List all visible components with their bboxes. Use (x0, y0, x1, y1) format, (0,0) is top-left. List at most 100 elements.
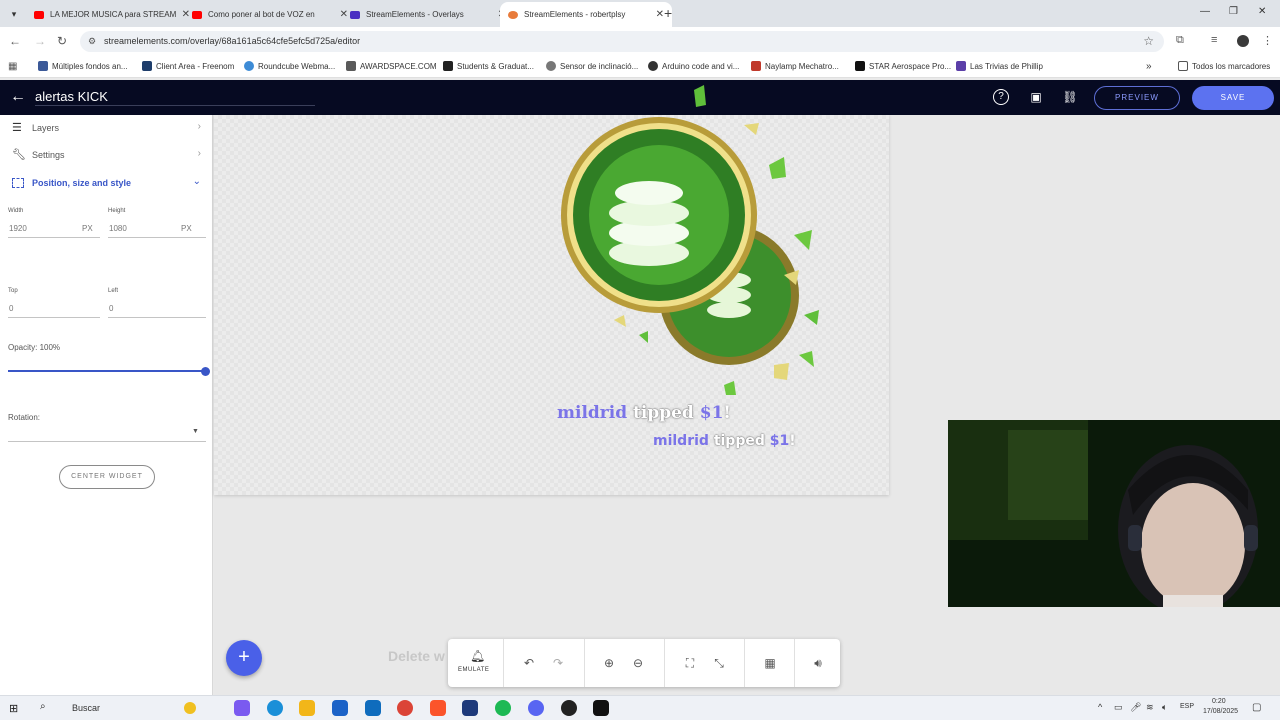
terminal-icon[interactable] (593, 700, 609, 716)
language-indicator[interactable]: ESP (1180, 703, 1194, 710)
more-bookmarks-icon[interactable]: » (1146, 61, 1152, 72)
monitor-icon[interactable]: ▣ (1028, 89, 1044, 105)
rotation-select[interactable] (8, 441, 206, 442)
layers-section[interactable]: ☰ Layers › (0, 115, 213, 141)
bookmark-item[interactable]: Múltiples fondos an... (38, 61, 128, 71)
bookmark-icon (546, 61, 556, 71)
alert-verb: tipped (633, 403, 694, 423)
top-underline (8, 317, 100, 318)
address-bar: ← → ↻ ⚙ streamelements.com/overlay/68a16… (0, 27, 1280, 56)
app-icon[interactable] (462, 700, 478, 716)
new-tab-button[interactable]: + (664, 6, 672, 20)
add-widget-button[interactable]: + (226, 640, 262, 676)
bookmark-item[interactable]: Client Area - Freenom (142, 61, 234, 71)
redo-icon[interactable]: ↷ (549, 654, 567, 672)
bookmark-label: Múltiples fondos an... (52, 61, 128, 71)
notification-icon[interactable]: ▢ (1252, 702, 1261, 713)
fit-screen-icon[interactable]: ⤡ (710, 654, 728, 672)
rotation-dropdown-icon[interactable]: ▼ (192, 428, 199, 435)
extensions-icon[interactable]: ⧉ (1176, 34, 1184, 47)
overlay-title[interactable]: alertas KICK (35, 89, 108, 104)
widgets-icon[interactable] (234, 700, 250, 716)
emulate-button[interactable]: 🔔︎ EMULATE (448, 639, 504, 687)
battery-icon[interactable]: ▭ (1114, 702, 1123, 713)
discord-icon[interactable] (528, 700, 544, 716)
apps-grid-icon[interactable]: ▦ (8, 61, 17, 72)
shard (804, 310, 819, 325)
undo-icon[interactable]: ↶ (520, 654, 538, 672)
speaker-icon[interactable]: 🔈︎ (1162, 702, 1167, 713)
shard (744, 123, 759, 135)
help-icon[interactable]: ? (993, 89, 1009, 105)
back-arrow-icon[interactable]: ← (10, 88, 26, 106)
media-icon[interactable]: ≡ (1211, 34, 1217, 46)
width-input[interactable]: 1920 (9, 224, 27, 233)
bookmark-star-icon[interactable]: ☆ (1143, 34, 1154, 48)
close-icon[interactable]: ✕ (656, 9, 664, 20)
forward-icon[interactable]: → (34, 34, 46, 48)
bookmark-label: Todos los marcadores (1192, 61, 1271, 71)
link-icon[interactable]: ⛓ (1062, 89, 1078, 105)
zoom-in-icon[interactable]: ⊕ (600, 654, 618, 672)
restore-icon[interactable]: ❐ (1229, 6, 1238, 17)
grid-icon[interactable]: ▦ (761, 654, 779, 672)
bookmark-item[interactable]: Sensor de inclinació... (546, 61, 638, 71)
edge-icon[interactable] (267, 700, 283, 716)
fullscreen-icon[interactable]: ⛶ (681, 654, 699, 672)
tab-search-icon[interactable]: ▾ (6, 6, 22, 22)
overlay-canvas[interactable]: mildrid tipped $1! mildrid tipped $1! (214, 85, 889, 495)
spotify-icon[interactable] (495, 700, 511, 716)
opacity-slider-track[interactable] (8, 370, 206, 372)
bookmark-item[interactable]: STAR Aerospace Pro... (855, 61, 951, 71)
top-input[interactable]: 0 (9, 304, 13, 313)
site-info-icon[interactable]: ⚙ (88, 36, 96, 47)
bookmark-item[interactable]: Naylamp Mechatro... (751, 61, 839, 71)
bookmark-item[interactable]: Las Trivias de Phillip (956, 61, 1043, 71)
position-size-style-section[interactable]: Position, size and style ⌄ (0, 170, 213, 196)
close-window-icon[interactable]: ✕ (1258, 6, 1266, 17)
youtube-icon (34, 10, 44, 19)
save-button[interactable]: SAVE (1192, 86, 1274, 110)
more-menu-icon[interactable]: ⋮ (1262, 34, 1273, 47)
bookmark-item[interactable]: AWARDSPACE.COM (346, 61, 437, 71)
tray-chevron-icon[interactable]: ^ (1098, 702, 1102, 712)
opacity-label: Opacity: 100% (8, 343, 61, 352)
browser-tab[interactable]: StreamElements - Overlays ✕ (342, 2, 514, 27)
wrench-icon: 🔧︎ (12, 149, 26, 161)
outlook-icon[interactable] (365, 700, 381, 716)
emulate-label: EMULATE (458, 667, 490, 673)
all-bookmarks-folder[interactable]: Todos los marcadores (1178, 61, 1270, 71)
profile-avatar[interactable] (1237, 35, 1249, 47)
microphone-icon[interactable]: 🎤︎ (1130, 702, 1141, 713)
file-explorer-icon[interactable] (299, 700, 315, 716)
chrome-icon[interactable] (397, 700, 413, 716)
back-icon[interactable]: ← (9, 34, 21, 48)
copilot-sparkle-icon[interactable] (184, 702, 196, 714)
preview-button[interactable]: PREVIEW (1094, 86, 1180, 110)
store-icon[interactable] (332, 700, 348, 716)
windows-start-icon[interactable]: ⊞ (9, 702, 18, 715)
brave-icon[interactable] (430, 700, 446, 716)
alert-amount: $1 (699, 403, 724, 423)
zoom-out-icon[interactable]: ⊖ (629, 654, 647, 672)
center-widget-button[interactable]: CENTER WIDGET (59, 465, 155, 489)
bookmark-item[interactable]: Students & Graduat... (443, 61, 534, 71)
reload-icon[interactable]: ↻ (57, 34, 67, 48)
clock-date[interactable]: 17/08/2025 (1203, 708, 1238, 715)
browser-tab-active[interactable]: StreamElements - robertplsy ✕ (500, 2, 672, 27)
browser-tab[interactable]: LA MEJOR MUSICA para STREAM ✕ (26, 2, 198, 27)
bookmark-item[interactable]: Roundcube Webma... (244, 61, 335, 71)
url-field[interactable]: ⚙ streamelements.com/overlay/68a161a5c64… (80, 31, 1164, 52)
settings-section[interactable]: 🔧︎ Settings › (0, 142, 213, 168)
minimize-icon[interactable]: — (1200, 6, 1210, 17)
toolbar-divider (584, 639, 585, 687)
left-input[interactable]: 0 (109, 304, 113, 313)
clock-time[interactable]: 0:20 (1212, 698, 1226, 705)
volume-icon[interactable]: 🔊︎ (809, 654, 827, 672)
browser-tab[interactable]: Como poner al bot de VOZ en ✕ (184, 2, 356, 27)
height-input[interactable]: 1080 (109, 224, 127, 233)
wifi-icon[interactable]: ≋ (1146, 702, 1154, 713)
opacity-slider-handle[interactable] (201, 367, 210, 376)
obs-icon[interactable] (561, 700, 577, 716)
bookmark-item[interactable]: Arduino code and vi... (648, 61, 739, 71)
